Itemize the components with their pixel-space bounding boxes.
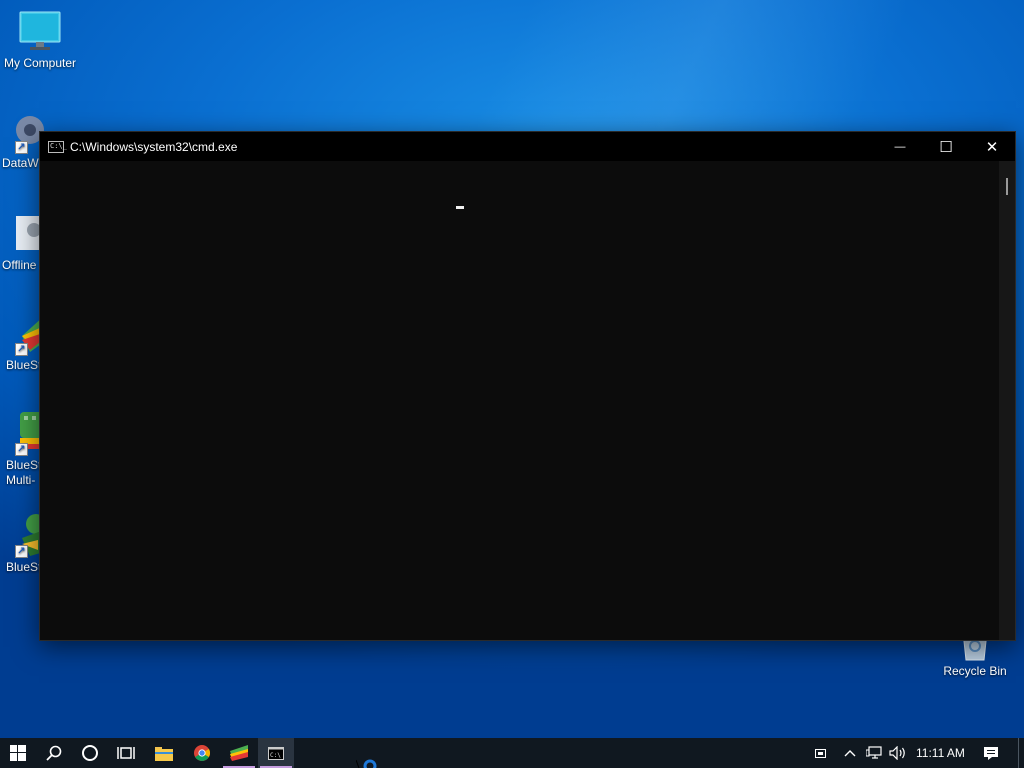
search-button[interactable]: [36, 738, 72, 768]
cmd-window[interactable]: C:\_ C:\Windows\system32\cmd.exe — ☐ ✕: [39, 131, 1016, 641]
text-cursor: [456, 206, 464, 209]
chrome-icon: [194, 745, 210, 761]
show-desktop-button[interactable]: [1018, 738, 1019, 768]
scrollbar-thumb[interactable]: [1006, 178, 1008, 195]
close-button[interactable]: ✕: [969, 132, 1015, 161]
chevron-up-icon: [844, 750, 856, 757]
console-output[interactable]: [40, 161, 999, 640]
busy-cursor-icon: [356, 759, 377, 768]
shortcut-arrow-icon: ↗: [15, 443, 28, 456]
bluestacks-x-icon: ↗: [0, 514, 46, 558]
action-center-button[interactable]: [974, 738, 1008, 768]
notification-icon: [984, 746, 998, 760]
maximize-icon: ☐: [939, 138, 953, 156]
desktop-icon-label: My Computer: [3, 56, 77, 70]
maximize-button[interactable]: ☐: [923, 132, 969, 161]
window-title: C:\Windows\system32\cmd.exe: [70, 139, 238, 154]
keyboard-icon: [814, 748, 826, 758]
cmd-titlebar[interactable]: C:\_ C:\Windows\system32\cmd.exe — ☐ ✕: [40, 132, 1015, 161]
desktop: My Computer ↗ DataW Offline ↗ BlueSt ↗ B…: [0, 0, 1024, 738]
task-view-button[interactable]: [108, 738, 144, 768]
vertical-scrollbar[interactable]: [999, 161, 1015, 640]
shortcut-arrow-icon: ↗: [15, 343, 28, 356]
settings-icon: [0, 212, 44, 256]
shortcut-arrow-icon: ↗: [15, 141, 28, 154]
file-explorer-button[interactable]: [146, 738, 182, 768]
minimize-button[interactable]: —: [877, 132, 923, 161]
clock[interactable]: 11:11 AM: [916, 738, 965, 768]
speaker-icon: [889, 746, 905, 760]
cortana-icon: [82, 745, 98, 761]
show-hidden-icons-button[interactable]: [838, 738, 862, 768]
tray-keyboard-icon[interactable]: [804, 738, 836, 768]
bluestacks-icon: ↗: [0, 312, 44, 356]
search-icon: [46, 745, 62, 761]
cmd-icon: C:\: [268, 746, 284, 760]
folder-icon: [155, 746, 173, 761]
bluestacks-icon: [230, 745, 248, 761]
cmd-taskbar-button[interactable]: C:\: [258, 738, 294, 768]
gear-icon: ↗: [0, 110, 44, 154]
cortana-button[interactable]: [72, 738, 108, 768]
svg-text:C:\: C:\: [270, 752, 281, 759]
shortcut-arrow-icon: ↗: [15, 545, 28, 558]
desktop-icon-label: Recycle Bin: [943, 664, 1007, 678]
start-button[interactable]: [0, 738, 36, 768]
bluestacks-taskbar-button[interactable]: [221, 738, 257, 768]
volume-button[interactable]: [886, 738, 910, 768]
taskbar: C:\ 11:11 AM: [0, 738, 1024, 768]
network-button[interactable]: [862, 738, 886, 768]
bluestacks-multi-icon: ↗: [0, 412, 44, 456]
desktop-icon-my-computer[interactable]: My Computer: [0, 10, 80, 71]
close-icon: ✕: [985, 138, 999, 156]
task-view-icon: [117, 747, 135, 759]
windows-logo-icon: [10, 745, 26, 761]
cmd-app-icon: C:\_: [48, 140, 67, 153]
monitor-icon: [18, 10, 62, 54]
minimize-icon: —: [894, 140, 906, 153]
chrome-button[interactable]: [184, 738, 220, 768]
network-icon: [866, 746, 882, 759]
